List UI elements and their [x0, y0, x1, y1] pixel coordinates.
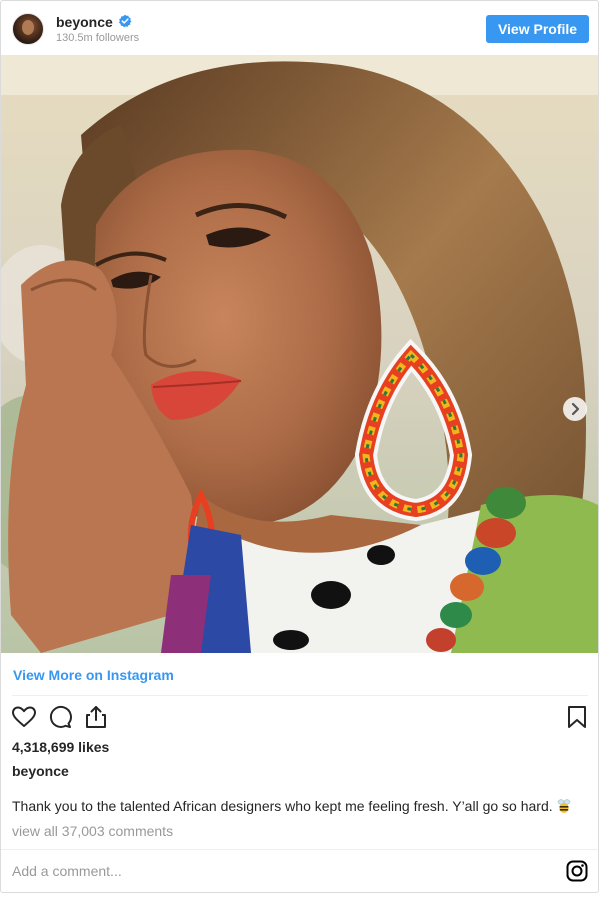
next-photo-button[interactable]	[563, 397, 587, 421]
instagram-embed-card: beyonce 130.5m followers View Profile Vi…	[0, 0, 599, 893]
view-more-link[interactable]: View More on Instagram	[13, 667, 174, 683]
bee-emoji-icon	[557, 799, 570, 813]
divider	[1, 849, 598, 850]
view-profile-button[interactable]: View Profile	[486, 15, 589, 43]
bookmark-icon[interactable]	[564, 704, 590, 730]
followers-count: 130.5m followers	[56, 32, 140, 44]
post-caption: Thank you to the talented African design…	[12, 798, 572, 814]
post-owner-username[interactable]: beyonce	[12, 763, 69, 779]
add-comment-input[interactable]: Add a comment...	[12, 863, 552, 881]
instagram-logo-icon[interactable]	[566, 860, 588, 882]
portrait-image	[1, 55, 598, 653]
likes-count: 4,318,699 likes	[12, 739, 110, 755]
view-all-comments-link[interactable]: view all 37,003 comments	[12, 823, 173, 839]
divider	[12, 695, 588, 696]
comment-icon[interactable]	[47, 704, 73, 730]
username[interactable]: beyonce	[56, 14, 113, 30]
share-icon[interactable]	[83, 704, 109, 730]
heart-icon[interactable]	[11, 704, 37, 730]
caption-text: Thank you to the talented African design…	[12, 798, 553, 814]
post-header: beyonce 130.5m followers View Profile	[1, 1, 598, 55]
verified-badge-icon	[119, 14, 132, 28]
post-photo[interactable]	[1, 55, 598, 653]
avatar[interactable]	[12, 13, 44, 45]
chevron-right-icon	[571, 402, 580, 416]
